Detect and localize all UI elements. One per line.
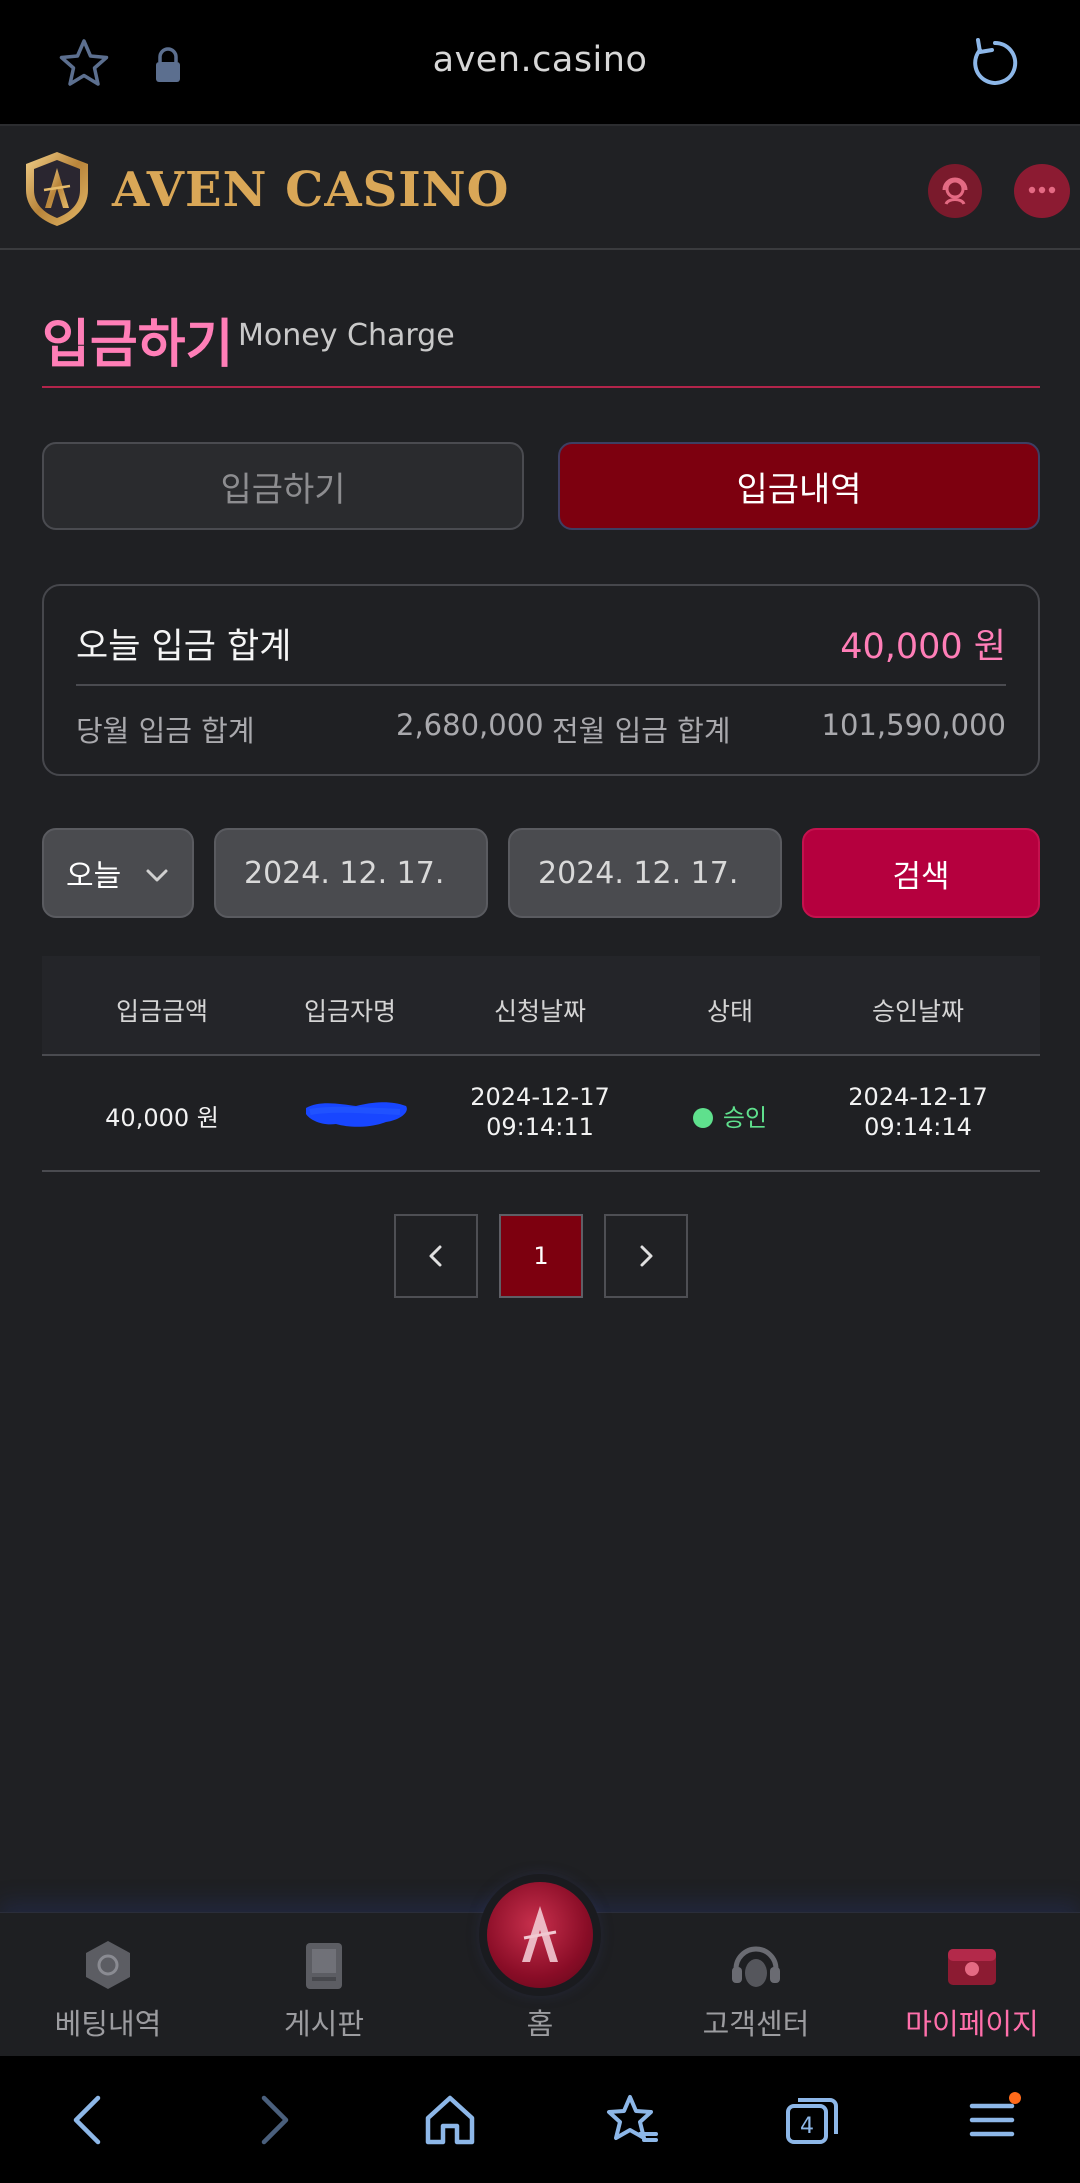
column-header-status: 상태 [706,997,753,1026]
chat-button[interactable] [1014,164,1070,218]
menu-icon[interactable] [966,2092,1022,2148]
hexagon-chip-icon [86,1941,130,1989]
period-select[interactable]: 오늘 [42,828,194,918]
cell-approve-date: 2024-12-17 09:14:14 [828,1082,1008,1142]
approve-date: 2024-12-17 [848,1083,988,1111]
tab-deposit-history[interactable]: 입금내역 [558,442,1040,530]
redaction-scribble [306,1102,407,1127]
headset-agent-icon [942,177,968,205]
cell-amount: 40,000 원 [105,1104,219,1132]
chevron-left-icon [429,1245,442,1267]
aven-logo-icon [522,1906,558,1962]
approve-time: 09:14:14 [864,1113,972,1141]
date-to-input[interactable]: 2024. 12. 17. [508,828,782,918]
column-header-depositor: 입금자명 [303,997,396,1026]
browser-toolbar: aven.casino [0,0,1080,124]
site-header: AVEN CASINO [0,124,1080,250]
period-select-value: 오늘 [66,859,122,894]
nav-bet-history[interactable]: 베팅내역 [18,1913,198,2057]
nav-mypage-label: 마이페이지 [905,2007,1039,2041]
chevron-down-icon [146,869,168,882]
system-navigation-bar: 4 [0,2056,1080,2183]
aven-shield-logo-icon[interactable] [22,150,92,228]
prev-month-total-value: 101,590,000 [821,708,1007,742]
table-row: 40,000 원 2024-12-17 09:14:11 승인 2024-12-… [42,1058,1040,1172]
chevron-right-icon [640,1245,653,1267]
table-header: 입금금액 입금자명 신청날짜 상태 승인날짜 [42,956,1040,1056]
column-header-approve-date: 승인날짜 [871,997,964,1026]
prev-page-button[interactable] [394,1214,478,1298]
month-total-value: 2,680,000 [396,708,544,742]
column-header-request-date: 신청날짜 [493,997,586,1026]
deposit-summary-box: 오늘 입금 합계 40,000 원 당월 입금 합계 2,680,000 전월 … [42,584,1040,776]
tabs-icon[interactable]: 4 [784,2092,840,2148]
headset-icon [732,1946,780,1987]
page-subtitle: Money Charge [238,318,455,353]
status-dot-icon [692,1108,713,1128]
title-divider [42,386,1040,388]
request-time: 09:14:11 [486,1113,594,1141]
nav-mypage[interactable]: 마이페이지 [882,1913,1062,2057]
nav-bet-history-label: 베팅내역 [54,2007,162,2041]
back-arrow-icon[interactable] [68,2092,108,2148]
cell-status: 승인 [640,1098,820,1133]
reload-icon[interactable] [966,34,1024,92]
customer-support-button[interactable] [928,164,982,218]
today-total-label: 오늘 입금 합계 [76,627,292,667]
forward-arrow-icon[interactable] [254,2092,294,2148]
summary-divider [76,684,1006,686]
address-bar-url[interactable]: aven.casino [0,40,1080,80]
today-total-value: 40,000 원 [840,627,1006,667]
next-page-button[interactable] [604,1214,688,1298]
page-number-current[interactable]: 1 [499,1214,583,1298]
tab-deposit[interactable]: 입금하기 [42,442,524,530]
prev-month-total-label: 전월 입금 합계 [552,714,731,748]
column-header-amount: 입금금액 [115,997,208,1026]
tab-count: 4 [800,2114,814,2139]
date-from-input[interactable]: 2024. 12. 17. [214,828,488,918]
nav-customer-center-label: 고객센터 [702,2007,810,2041]
request-date: 2024-12-17 [470,1083,610,1111]
treasure-chest-icon [948,1949,996,1985]
home-icon[interactable] [424,2092,476,2148]
nav-customer-center[interactable]: 고객센터 [666,1913,846,2057]
search-button[interactable]: 검색 [802,828,1040,918]
chat-bubble-icon [1028,186,1056,194]
home-logo-button[interactable] [487,1882,593,1988]
month-total-label: 당월 입금 합계 [76,714,255,748]
page-title: 입금하기 [42,315,234,375]
board-note-icon [306,1943,342,1989]
nav-board[interactable]: 게시판 [234,1913,414,2057]
status-badge: 승인 [722,1104,768,1132]
nav-board-label: 게시판 [283,2007,365,2041]
cell-request-date: 2024-12-17 09:14:11 [450,1082,630,1142]
nav-home-label: 홈 [526,2007,554,2041]
bookmarks-star-icon[interactable] [604,2092,660,2148]
brand-logo-text[interactable]: AVEN CASINO [112,162,509,218]
